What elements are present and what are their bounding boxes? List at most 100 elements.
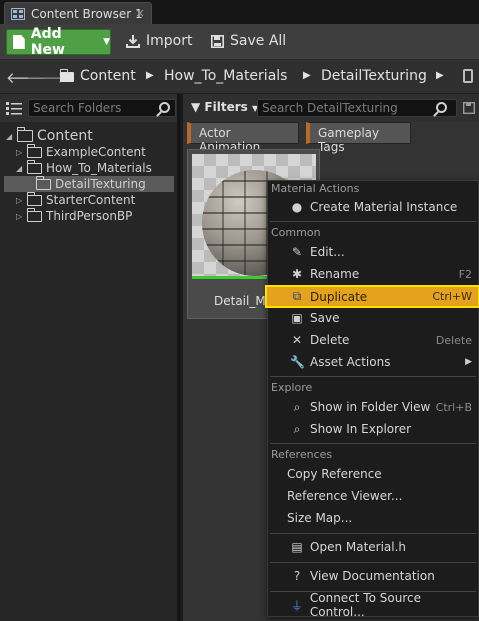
import-label: Import — [146, 33, 193, 49]
tree-item-label: DetailTexturing — [55, 177, 146, 191]
tab-content-browser[interactable]: Content Browser 1 × — [4, 2, 152, 24]
menu-item-label: View Documentation — [310, 569, 435, 583]
menu-item-label: Save — [310, 311, 340, 325]
menu-item-copy-reference[interactable]: Copy Reference — [268, 464, 478, 484]
section-header-material-actions: Material Actions — [271, 182, 360, 195]
menu-item-delete[interactable]: ✕ Delete Delete — [268, 330, 478, 350]
menu-separator — [270, 533, 476, 534]
menu-separator — [270, 562, 476, 563]
asset-search-input[interactable]: Search DetailTexturing — [257, 99, 457, 117]
expanded-arrow-icon[interactable]: ◢ — [16, 164, 24, 173]
tree-item-label: Content — [37, 128, 93, 144]
filter-icon: ▼ — [191, 100, 201, 114]
search-icon: ⌕ — [293, 399, 301, 414]
menu-item-label: Edit... — [310, 245, 345, 259]
collapsed-arrow-icon[interactable]: ▷ — [16, 196, 24, 205]
menu-item-duplicate[interactable]: ⧉ Duplicate Ctrl+W — [265, 285, 479, 308]
breadcrumb-how-to-materials[interactable]: How_To_Materials — [164, 68, 287, 84]
source-control-icon: ⏚ — [290, 598, 303, 613]
save-all-button[interactable]: Save All — [211, 33, 286, 49]
tree-item-label: ThirdPersonBP — [46, 209, 133, 223]
menu-item-show-in-folder-view[interactable]: ⌕ Show in Folder View Ctrl+B — [268, 397, 478, 417]
folder-open-icon — [16, 127, 33, 142]
menu-item-open-material-h[interactable]: ▤ Open Material.h — [268, 537, 478, 557]
menu-item-shortcut: F2 — [458, 267, 472, 281]
section-header-common: Common — [271, 226, 321, 239]
menu-item-label: Reference Viewer... — [287, 489, 403, 503]
save-icon — [211, 34, 224, 48]
menu-separator — [270, 221, 476, 222]
menu-item-reference-viewer[interactable]: Reference Viewer... — [268, 486, 478, 506]
tree-item-how-to-materials[interactable]: ◢ How_To_Materials — [16, 159, 152, 176]
breadcrumb-separator-icon[interactable]: ▶ — [436, 70, 444, 81]
add-new-button[interactable]: Add New ▼ — [6, 26, 111, 58]
menu-item-label: Rename — [310, 267, 360, 281]
path-bar: 🡐 🡒 Content ▶ How_To_Materials ▶ DetailT… — [0, 60, 479, 94]
save-icon: ▣ — [291, 311, 303, 325]
filters-label: Filters — [204, 100, 248, 114]
menu-item-label: Create Material Instance — [310, 200, 458, 214]
expanded-arrow-icon[interactable]: ◢ — [6, 132, 14, 141]
tree-item-content[interactable]: ◢ Content — [6, 127, 93, 145]
folder-open-icon — [26, 159, 42, 174]
search-icon: ⌕ — [293, 421, 301, 436]
breadcrumb-separator-icon[interactable]: ▶ — [146, 70, 154, 81]
new-document-icon — [13, 35, 25, 49]
folder-icon — [26, 143, 42, 158]
tree-item-label: ExampleContent — [46, 145, 146, 159]
folder-panel: Search Folders ◢ Content ▷ ExampleConten… — [0, 94, 180, 621]
collapsed-arrow-icon[interactable]: ▷ — [16, 148, 24, 157]
save-all-label: Save All — [230, 33, 287, 49]
folder-search-bar: Search Folders — [0, 94, 177, 122]
content-browser-icon — [11, 7, 25, 20]
section-header-references: References — [271, 448, 333, 461]
menu-item-label: Duplicate — [310, 289, 368, 304]
folder-icon — [59, 69, 74, 82]
import-button[interactable]: Import — [126, 33, 192, 49]
menu-item-connect-to-source-control[interactable]: ⏚ Connect To Source Control... — [268, 591, 478, 619]
menu-item-save[interactable]: ▣ Save — [268, 308, 478, 328]
edit-pencil-icon: ✎ — [291, 245, 303, 259]
breadcrumb-separator-icon[interactable]: ▶ — [303, 70, 311, 81]
search-icon[interactable] — [436, 102, 447, 113]
toolbar: Add New ▼ Import Save All — [0, 24, 479, 60]
menu-item-view-documentation[interactable]: ? View Documentation — [268, 566, 478, 586]
lock-icon[interactable] — [463, 69, 473, 83]
menu-item-shortcut: Delete — [435, 333, 472, 347]
menu-item-label: Delete — [310, 333, 350, 347]
menu-item-rename[interactable]: ✱ Rename F2 — [268, 264, 478, 284]
sources-toggle-icon[interactable] — [6, 101, 22, 115]
search-icon[interactable] — [159, 102, 170, 113]
filter-chip-actor-animation[interactable]: Actor Animation — [187, 122, 299, 154]
tree-item-example-content[interactable]: ▷ ExampleContent — [16, 143, 146, 160]
tree-item-detail-texturing[interactable]: DetailTexturing — [35, 175, 146, 192]
menu-separator — [270, 376, 476, 377]
menu-item-asset-actions[interactable]: 🔧 Asset Actions ▶ — [268, 352, 478, 372]
folder-icon — [26, 207, 42, 222]
help-question-icon: ? — [293, 569, 301, 583]
menu-item-show-in-explorer[interactable]: ⌕ Show In Explorer — [268, 419, 478, 439]
menu-item-label: Open Material.h — [310, 540, 407, 554]
code-file-icon: ▤ — [291, 540, 303, 554]
breadcrumb-content[interactable]: Content — [80, 68, 136, 84]
tree-item-label: How_To_Materials — [46, 161, 152, 175]
menu-item-label: Show in Folder View — [310, 400, 431, 414]
breadcrumb-detail-texturing[interactable]: DetailTexturing — [321, 68, 427, 84]
window-tab-bar: Content Browser 1 × — [0, 0, 479, 24]
tree-item-third-person-bp[interactable]: ▷ ThirdPersonBP — [16, 207, 133, 224]
menu-item-shortcut: Ctrl+B — [435, 400, 472, 414]
delete-x-icon: ✕ — [291, 333, 303, 347]
menu-item-create-material-instance[interactable]: ● Create Material Instance — [268, 197, 478, 217]
menu-item-edit[interactable]: ✎ Edit... — [268, 242, 478, 262]
menu-item-size-map[interactable]: Size Map... — [268, 508, 478, 528]
collapsed-arrow-icon[interactable]: ▷ — [16, 212, 24, 221]
filter-chip-gameplay-tags[interactable]: Gameplay Tags — [306, 122, 411, 154]
close-icon[interactable]: × — [135, 6, 145, 20]
filters-dropdown[interactable]: ▼ Filters ▼ — [191, 100, 258, 114]
menu-separator — [270, 443, 476, 444]
menu-item-shortcut: Ctrl+W — [432, 290, 472, 303]
folder-search-input[interactable]: Search Folders — [28, 99, 176, 117]
filter-bar: ▼ Filters ▼ Search DetailTexturing — [183, 94, 479, 122]
save-search-icon[interactable] — [463, 102, 475, 114]
tree-item-starter-content[interactable]: ▷ StarterContent — [16, 191, 135, 208]
